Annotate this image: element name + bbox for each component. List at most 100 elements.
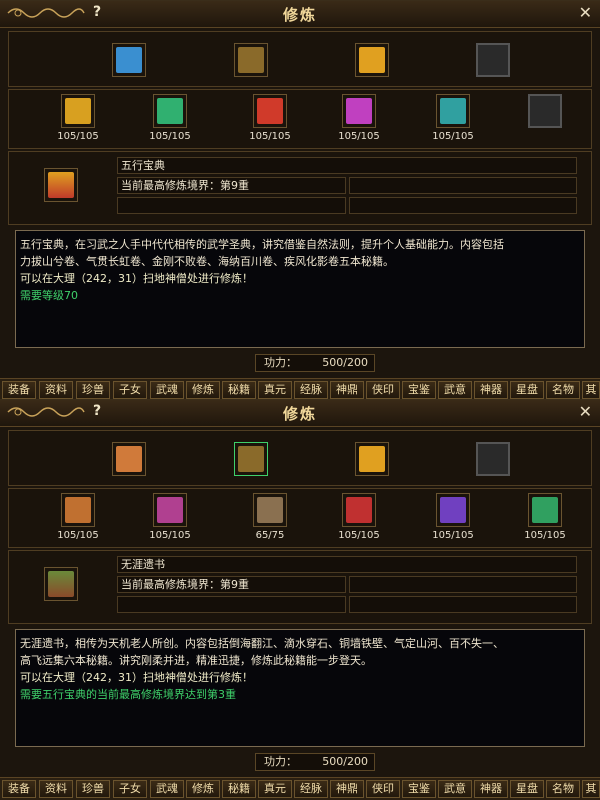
count-label: 105/105: [57, 131, 99, 142]
count-label: 105/105: [432, 131, 474, 142]
power-label: 功力：: [264, 755, 297, 768]
tab-martial-soul[interactable]: 武魂: [150, 381, 184, 399]
description-box: 无涯遗书，相传为天机老人所创。内容包括倒海翻江、滴水穿石、铜墙铁壁、气定山河、百…: [15, 629, 585, 747]
title-bar[interactable]: ? 修炼 ✕: [0, 400, 600, 427]
realm-text: 当前最高修炼境界：第9重: [117, 576, 346, 593]
scroll-red-icon: [346, 497, 372, 523]
empty-slot[interactable]: [528, 94, 562, 128]
scroll-slot-3[interactable]: [253, 493, 287, 527]
info-field-empty: [349, 177, 577, 194]
tab-treasure-mirror[interactable]: 宝鉴: [402, 381, 436, 399]
tab-equipment[interactable]: 装备: [2, 780, 36, 798]
book-red-icon: [257, 98, 283, 124]
tab-bar: 装备 资料 珍兽 子女 武魂 修炼 秘籍 真元 经脉 神鼎 侠印 宝鉴 武意 神…: [0, 777, 600, 800]
skill-slot-1[interactable]: [112, 442, 146, 476]
cultivation-panel-bottom: ? 修炼 ✕ 105/105 105/105 65/75 105/105 105…: [0, 399, 600, 800]
tab-children[interactable]: 子女: [113, 780, 147, 798]
skill-slot-2-selected[interactable]: [234, 442, 268, 476]
cultivation-panel-top: ? 修炼 ✕ 105/105 105/105 105/105 105/105 1…: [0, 0, 600, 401]
book-slot-4[interactable]: [342, 94, 376, 128]
empty-slot[interactable]: [476, 43, 510, 77]
count-label: 65/75: [255, 530, 285, 541]
tab-equipment[interactable]: 装备: [2, 381, 36, 399]
count-label: 105/105: [149, 530, 191, 541]
scroll-slot-6[interactable]: [528, 493, 562, 527]
scroll-slot-1[interactable]: [61, 493, 95, 527]
tab-star-chart[interactable]: 星盘: [510, 381, 544, 399]
close-icon[interactable]: ✕: [579, 3, 592, 22]
tab-cultivation[interactable]: 修炼: [186, 780, 220, 798]
tab-true-energy[interactable]: 真元: [258, 381, 292, 399]
scroll-brown-icon: [257, 497, 283, 523]
tab-divine-cauldron[interactable]: 神鼎: [330, 780, 364, 798]
skill-slot-2[interactable]: [234, 43, 268, 77]
tab-martial-soul[interactable]: 武魂: [150, 780, 184, 798]
tab-hero-seal[interactable]: 侠印: [366, 381, 400, 399]
scroll-bundle-icon: [48, 571, 74, 597]
tab-famous-items[interactable]: 名物: [546, 381, 580, 399]
scroll-orange-icon: [65, 497, 91, 523]
power-value: 500/200: [322, 356, 368, 369]
empty-slot[interactable]: [476, 442, 510, 476]
skill-slot-1[interactable]: [112, 43, 146, 77]
count-label: 105/105: [432, 530, 474, 541]
tab-secret-books[interactable]: 秘籍: [222, 381, 256, 399]
tab-star-chart[interactable]: 星盘: [510, 780, 544, 798]
book-blue-icon: [116, 446, 142, 472]
book-slot-5[interactable]: [436, 94, 470, 128]
description-line: 高飞远集六本秘籍。讲究刚柔并进，精准迅捷，修炼此秘籍能一步登天。: [20, 654, 372, 667]
scroll-slot-4[interactable]: [342, 493, 376, 527]
tab-divine-weapon[interactable]: 神器: [474, 381, 508, 399]
power-label: 功力：: [264, 356, 297, 369]
scroll-pink-icon: [157, 497, 183, 523]
scroll-slot-5[interactable]: [436, 493, 470, 527]
description-line: 力拔山兮卷、气贯长虹卷、金刚不败卷、海纳百川卷、疾风化影卷五本秘籍。: [20, 255, 394, 268]
close-icon[interactable]: ✕: [579, 402, 592, 421]
book-slot-1[interactable]: [61, 94, 95, 128]
tab-martial-intent[interactable]: 武意: [438, 381, 472, 399]
realm-text: 当前最高修炼境界：第9重: [117, 177, 346, 194]
tab-children[interactable]: 子女: [113, 381, 147, 399]
requirement-text: 需要等级70: [20, 289, 78, 302]
tab-true-energy[interactable]: 真元: [258, 780, 292, 798]
window-title: 修炼: [282, 6, 317, 24]
tab-other[interactable]: 其: [582, 381, 600, 399]
tab-divine-weapon[interactable]: 神器: [474, 780, 508, 798]
tab-famous-items[interactable]: 名物: [546, 780, 580, 798]
description-line: 无涯遗书，相传为天机老人所创。内容包括倒海翻江、滴水穿石、铜墙铁壁、气定山河、百…: [20, 637, 504, 650]
tab-meridians[interactable]: 经脉: [294, 381, 328, 399]
book-blue-icon: [116, 47, 142, 73]
info-field-empty: [349, 596, 577, 613]
tab-other[interactable]: 其: [582, 780, 600, 798]
info-field-empty: [117, 197, 346, 214]
tab-profile[interactable]: 资料: [39, 381, 73, 399]
tab-treasure-mirror[interactable]: 宝鉴: [402, 780, 436, 798]
book-slot-3[interactable]: [253, 94, 287, 128]
selected-book[interactable]: [44, 168, 78, 202]
window-title: 修炼: [282, 405, 317, 423]
tab-martial-intent[interactable]: 武意: [438, 780, 472, 798]
scroll-slot-2[interactable]: [153, 493, 187, 527]
tab-divine-cauldron[interactable]: 神鼎: [330, 381, 364, 399]
description-line: 可以在大理（242，31）扫地神僧处进行修炼！: [20, 671, 253, 684]
skill-slot-3[interactable]: [355, 43, 389, 77]
skill-slot-3[interactable]: [355, 442, 389, 476]
book-green-icon: [157, 98, 183, 124]
count-label: 105/105: [338, 131, 380, 142]
tab-secret-books[interactable]: 秘籍: [222, 780, 256, 798]
book-slot-2[interactable]: [153, 94, 187, 128]
tab-pets[interactable]: 珍兽: [76, 381, 110, 399]
scroll-violet-icon: [440, 497, 466, 523]
info-field-empty: [117, 596, 346, 613]
tab-pets[interactable]: 珍兽: [76, 780, 110, 798]
tab-meridians[interactable]: 经脉: [294, 780, 328, 798]
count-label: 105/105: [249, 131, 291, 142]
power-display: 功力： 500/200: [255, 354, 375, 372]
tab-cultivation[interactable]: 修炼: [186, 381, 220, 399]
title-bar[interactable]: ? 修炼 ✕: [0, 1, 600, 28]
selected-book[interactable]: [44, 567, 78, 601]
scroll-bundle-icon: [238, 47, 264, 73]
tab-profile[interactable]: 资料: [39, 780, 73, 798]
scroll-green-icon: [532, 497, 558, 523]
tab-hero-seal[interactable]: 侠印: [366, 780, 400, 798]
